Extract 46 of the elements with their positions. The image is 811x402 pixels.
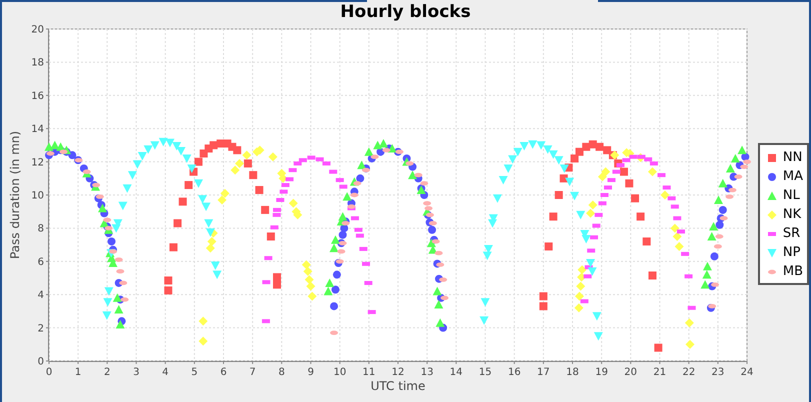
x-tick-label: 0 [46, 367, 52, 378]
x-tick-label: 12 [392, 367, 404, 378]
legend-label: MB [782, 263, 803, 280]
x-axis-title: UTC time [370, 379, 426, 393]
legend-label: NP [782, 244, 800, 261]
y-tick-label: 12 [31, 157, 44, 168]
x-tick-label: 20 [624, 367, 638, 378]
legend-label: SR [782, 225, 800, 242]
x-tick-label: 1 [74, 367, 82, 378]
x-tick-label: 19 [595, 367, 608, 378]
x-tick-label: 3 [133, 367, 140, 378]
x-tick-label: 7 [249, 367, 256, 378]
x-tick-label: 2 [104, 367, 110, 378]
y-tick-label: 16 [31, 90, 44, 102]
x-tick-label: 24 [740, 367, 754, 378]
x-tick-label: 10 [333, 367, 346, 378]
x-tick-label: 11 [362, 367, 376, 378]
x-tick-label: 15 [478, 367, 492, 378]
x-tick-label: 21 [653, 367, 666, 378]
y-tick-label: 20 [31, 24, 44, 36]
y-tick-label: 2 [38, 323, 44, 334]
x-tick-label: 5 [191, 367, 198, 378]
y-tick-label: 14 [31, 124, 44, 136]
y-tick-label: 0 [38, 356, 44, 368]
y-tick-label: 6 [38, 256, 44, 268]
y-tick-label: 10 [31, 190, 44, 202]
x-tick-label: 16 [508, 367, 521, 378]
y-tick-label: 18 [31, 58, 44, 69]
x-tick-label: 13 [420, 367, 434, 378]
legend-label: NN [782, 149, 802, 166]
legend-label: NL [782, 187, 800, 204]
x-tick-label: 9 [308, 367, 314, 378]
chart-title: Hourly blocks [339, 2, 472, 21]
x-tick-label: 23 [712, 367, 724, 378]
y-tick-label: 4 [38, 290, 44, 302]
x-tick-label: 8 [278, 367, 285, 378]
y-axis-title: Pass duration (in mn) [8, 130, 22, 260]
y-tick-label: 8 [38, 224, 44, 235]
legend-label: MA [782, 168, 803, 185]
x-tick-label: 6 [220, 367, 227, 378]
x-tick-label: 14 [450, 367, 463, 378]
x-tick-label: 4 [162, 367, 169, 378]
x-tick-label: 18 [566, 367, 579, 378]
x-tick-label: 22 [682, 367, 696, 378]
x-tick-label: 17 [537, 367, 550, 378]
legend-label: NK [782, 206, 802, 223]
